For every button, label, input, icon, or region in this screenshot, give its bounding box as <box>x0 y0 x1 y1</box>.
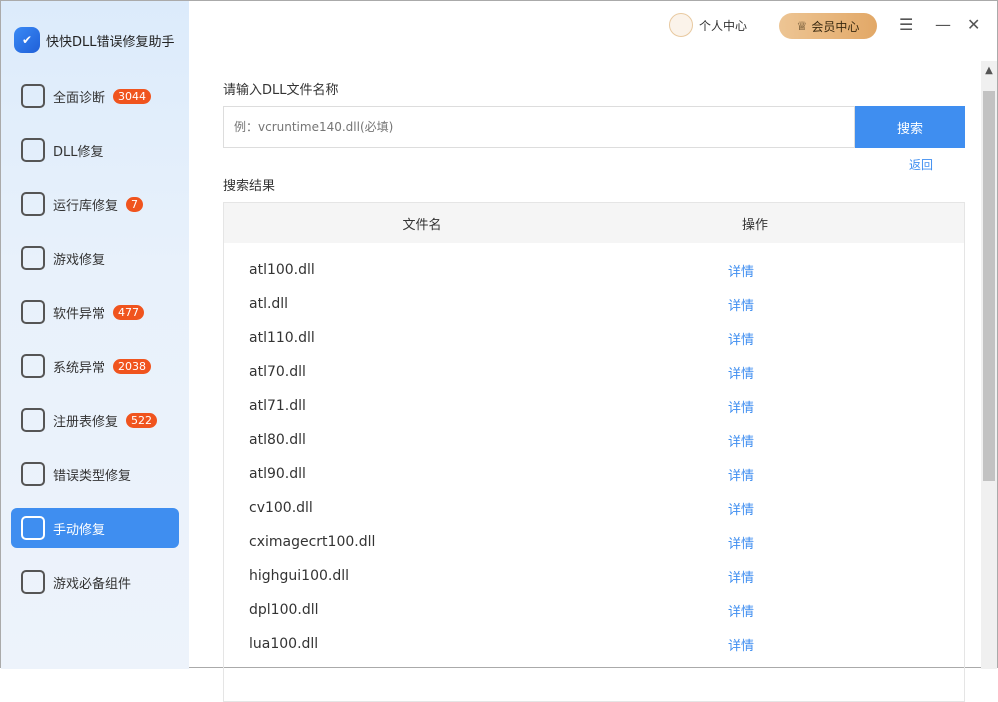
detail-link[interactable]: 详情 <box>728 295 754 314</box>
table-row: lua100.dll 详情 <box>224 627 964 661</box>
detail-link[interactable]: 详情 <box>728 499 754 518</box>
grid-icon <box>21 570 45 594</box>
input-label: 请输入DLL文件名称 <box>223 83 339 98</box>
list-icon <box>21 408 45 432</box>
file-name: cv100.dll <box>249 500 313 516</box>
column-filename: 文件名 <box>402 217 442 233</box>
table-row: atl70.dll 详情 <box>224 355 964 389</box>
count-badge: 522 <box>126 412 158 428</box>
back-link[interactable]: 返回 <box>223 156 933 173</box>
sidebar-item-8[interactable]: 手动修复 <box>11 508 179 548</box>
scroll-up-icon[interactable]: ▲ <box>981 65 997 76</box>
detail-link[interactable]: 详情 <box>728 329 754 348</box>
dll-icon <box>21 138 45 162</box>
sidebar-item-label: 运行库修复 <box>53 198 119 214</box>
scrollbar-thumb[interactable] <box>983 91 995 481</box>
file-name: atl110.dll <box>249 330 315 346</box>
detail-link[interactable]: 详情 <box>728 635 754 654</box>
file-name: cximagecrt100.dll <box>249 534 376 550</box>
count-badge: 477 <box>113 304 145 320</box>
count-badge: 7 <box>126 196 144 212</box>
table-row: atl.dll 详情 <box>224 287 964 321</box>
column-action: 操作 <box>741 217 768 233</box>
user-center-label: 个人中心 <box>699 18 748 33</box>
results-table: 文件名 操作 atl100.dll 详情 atl.dll 详情 atl110.dll 详情 a… <box>223 202 965 702</box>
detail-link[interactable]: 详情 <box>728 567 754 586</box>
detail-link[interactable]: 详情 <box>728 397 754 416</box>
detail-link[interactable]: 详情 <box>728 431 754 450</box>
table-row: atl100.dll 详情 <box>224 253 964 287</box>
warning-monitor-icon <box>21 300 45 324</box>
sidebar-item-2[interactable]: 运行库修复 7 <box>11 184 179 224</box>
vip-label: 会员中心 <box>811 19 860 34</box>
sidebar-item-7[interactable]: 错误类型修复 <box>11 454 179 494</box>
sidebar-item-label: 系统异常 <box>53 360 106 376</box>
file-name: atl71.dll <box>249 398 306 414</box>
sidebar-item-label: 全面诊断 <box>53 90 106 106</box>
table-row: atl90.dll 详情 <box>224 457 964 491</box>
table-row: cv100.dll 详情 <box>224 491 964 525</box>
sidebar-item-6[interactable]: 注册表修复 522 <box>11 400 179 440</box>
search-button[interactable]: 搜索 <box>855 106 965 148</box>
dll-search-input[interactable] <box>223 106 855 148</box>
sidebar-item-label: 手动修复 <box>53 522 106 538</box>
results-label: 搜索结果 <box>223 179 276 194</box>
file-name: atl70.dll <box>249 364 306 380</box>
sidebar-item-5[interactable]: 系统异常 2038 <box>11 346 179 386</box>
detail-link[interactable]: 详情 <box>728 533 754 552</box>
shield-icon: ✔ <box>14 27 40 53</box>
close-icon[interactable]: ✕ <box>967 15 980 34</box>
count-badge: 2038 <box>113 358 152 374</box>
table-row: highgui100.dll 详情 <box>224 559 964 593</box>
detail-link[interactable]: 详情 <box>728 601 754 620</box>
table-row: atl80.dll 详情 <box>224 423 964 457</box>
code-window-icon <box>21 192 45 216</box>
gamepad-icon <box>21 246 45 270</box>
user-center-button[interactable]: 个人中心 <box>669 13 747 37</box>
table-row: dpl100.dll 详情 <box>224 593 964 627</box>
sidebar-item-label: 软件异常 <box>53 306 106 322</box>
file-name: atl.dll <box>249 296 289 312</box>
file-name: highgui100.dll <box>249 568 350 584</box>
app-logo: ✔ 快快DLL错误修复助手 <box>14 27 175 53</box>
sidebar-item-label: 游戏修复 <box>53 252 106 268</box>
file-name: atl100.dll <box>249 262 315 278</box>
menu-icon[interactable]: ☰ <box>899 15 913 34</box>
detail-link[interactable]: 详情 <box>728 363 754 382</box>
file-name: atl90.dll <box>249 466 306 482</box>
detail-link[interactable]: 详情 <box>728 465 754 484</box>
sidebar: ✔ 快快DLL错误修复助手 全面诊断 3044 DLL修复运行库修复 7 游戏修复软件异常… <box>1 1 189 669</box>
sidebar-item-3[interactable]: 游戏修复 <box>11 238 179 278</box>
minimize-icon[interactable]: — <box>935 15 951 34</box>
sidebar-item-label: 游戏必备组件 <box>53 576 132 592</box>
table-row: cximagecrt100.dll 详情 <box>224 525 964 559</box>
sidebar-item-1[interactable]: DLL修复 <box>11 130 179 170</box>
vip-center-button[interactable]: ♕ 会员中心 <box>779 13 877 39</box>
file-name: lua100.dll <box>249 636 319 652</box>
file-name: atl80.dll <box>249 432 306 448</box>
count-badge: 3044 <box>113 88 152 104</box>
sidebar-item-0[interactable]: 全面诊断 3044 <box>11 76 179 116</box>
crown-icon: ♕ <box>796 19 808 33</box>
sidebar-item-9[interactable]: 游戏必备组件 <box>11 562 179 602</box>
hand-pointer-icon <box>21 516 45 540</box>
sidebar-item-label: 错误类型修复 <box>53 468 132 484</box>
sidebar-item-label: 注册表修复 <box>53 414 119 430</box>
table-row: atl110.dll 详情 <box>224 321 964 355</box>
sidebar-item-4[interactable]: 软件异常 477 <box>11 292 179 332</box>
app-title: 快快DLL错误修复助手 <box>46 34 175 50</box>
detail-link[interactable]: 详情 <box>728 261 754 280</box>
sidebar-item-label: DLL修复 <box>53 144 104 160</box>
avatar-icon <box>669 13 693 37</box>
file-name: dpl100.dll <box>249 602 319 618</box>
gear-window-icon <box>21 354 45 378</box>
table-row: atl71.dll 详情 <box>224 389 964 423</box>
target-icon <box>21 84 45 108</box>
scrollbar[interactable]: ▲ <box>981 61 997 669</box>
error-window-icon <box>21 462 45 486</box>
